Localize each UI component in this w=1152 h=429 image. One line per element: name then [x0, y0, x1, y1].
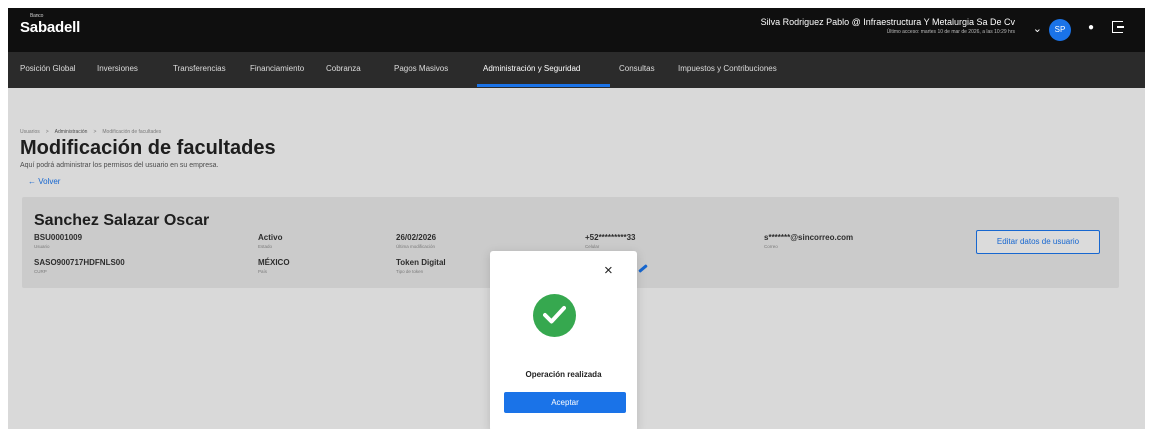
nav-item-consultas[interactable]: Consultas — [619, 64, 655, 73]
nav-item-cobranza[interactable]: Cobranza — [326, 64, 361, 73]
chevron-down-icon[interactable]: ⌄ — [1033, 22, 1042, 35]
sabadell-logo[interactable]: Banco Sabadell — [20, 13, 81, 36]
nav-item-financiamiento[interactable]: Financiamiento — [250, 64, 304, 73]
user-info: Silva Rodriguez Pablo @ Infraestructura … — [761, 17, 1015, 35]
brand-name: Sabadell — [20, 19, 81, 36]
brand-superscript: Banco — [30, 13, 44, 19]
user-name: Silva Rodriguez Pablo @ Infraestructura … — [760, 17, 1015, 27]
nav-item-pagos-masivos[interactable]: Pagos Masivos — [394, 64, 448, 73]
logout-icon[interactable] — [1112, 21, 1124, 33]
modal-message: Operación realizada — [525, 370, 602, 379]
nav-item-inversiones[interactable]: Inversiones — [97, 64, 138, 73]
nav-item-impuestos[interactable]: Impuestos y Contribuciones — [678, 64, 777, 73]
nav-item-administracion[interactable]: Administración y Seguridad — [483, 64, 580, 73]
success-check-icon — [533, 294, 576, 337]
main-nav: Posición Global Inversiones Transferenci… — [8, 52, 1145, 88]
avatar[interactable]: SP — [1049, 19, 1071, 41]
accept-button[interactable]: Aceptar — [504, 392, 626, 413]
app-window: Banco Sabadell Silva Rodriguez Pablo @ I… — [8, 8, 1145, 429]
nav-item-transferencias[interactable]: Transferencias — [173, 64, 226, 73]
top-bar: Banco Sabadell Silva Rodriguez Pablo @ I… — [8, 8, 1145, 52]
active-tab-indicator — [477, 84, 610, 87]
last-access: Último acceso: martes 10 de mar de 2026,… — [886, 29, 1015, 35]
close-icon[interactable]: × — [604, 263, 613, 278]
nav-item-posicion-global[interactable]: Posición Global — [20, 64, 76, 73]
success-modal: × Operación realizada Aceptar — [490, 251, 637, 429]
bell-icon[interactable]: ● — [1088, 22, 1094, 33]
